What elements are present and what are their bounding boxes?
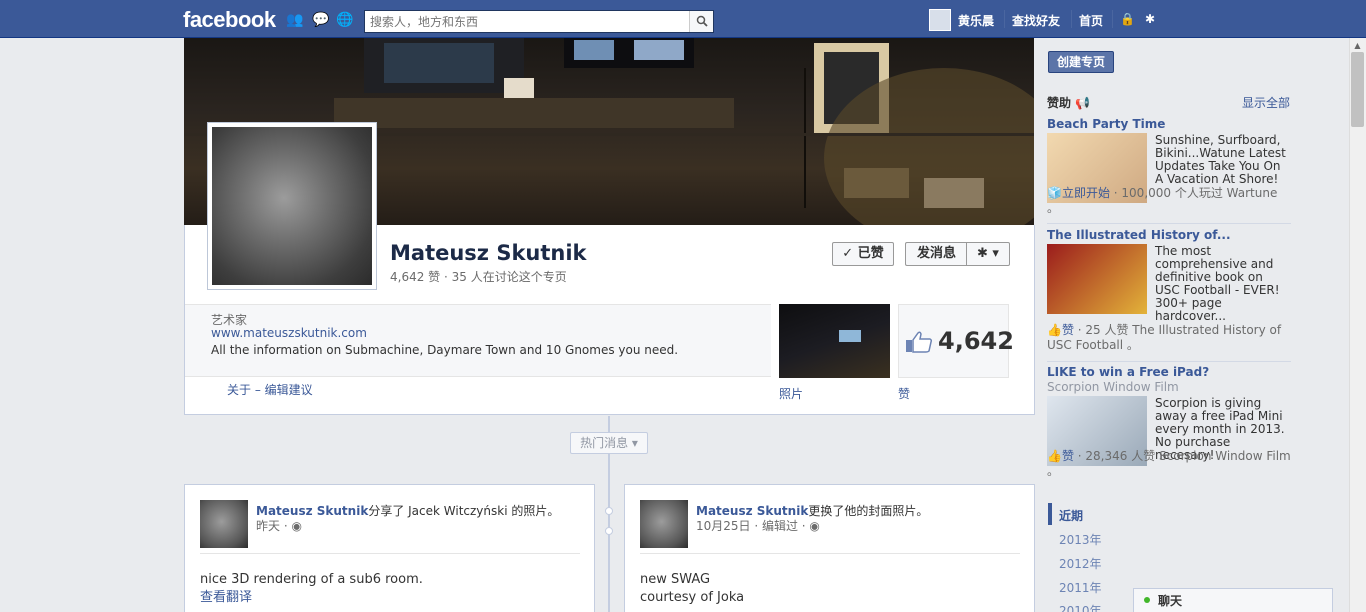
ad-title[interactable]: LIKE to win a Free iPad? xyxy=(1047,365,1209,379)
timeline-dot xyxy=(605,507,613,515)
profile-picture-image xyxy=(212,127,372,285)
about-box xyxy=(185,304,771,377)
ad-text: Sunshine, Surfboard, Bikini...Watune Lat… xyxy=(1155,133,1286,186)
post-divider xyxy=(640,553,1020,554)
online-status-icon xyxy=(1144,597,1150,603)
ad-cta-link[interactable]: 立即开始 xyxy=(1062,186,1110,200)
likes-label[interactable]: 赞 xyxy=(898,385,910,402)
send-message-button[interactable]: 发消息 xyxy=(905,242,967,266)
photo-thumb-screen xyxy=(839,330,861,342)
facebook-logo[interactable]: facebook xyxy=(183,7,276,33)
privacy-shortcuts-icon[interactable]: 🔒 xyxy=(1120,12,1135,26)
page-stats: 4,642 赞 · 35 人在讨论这个专页 xyxy=(390,270,567,284)
post-text: courtesy of Joka xyxy=(640,590,745,605)
year-nav-2013[interactable]: 2013年 xyxy=(1059,531,1102,548)
post-author-avatar[interactable] xyxy=(640,500,688,548)
ad-like-link[interactable]: 赞 xyxy=(1062,449,1074,463)
liked-button[interactable]: ✓ 已赞 xyxy=(832,242,894,266)
ad-text: The most comprehensive and definitive bo… xyxy=(1155,244,1280,323)
app-cube-icon: 🧊 xyxy=(1047,186,1062,200)
ad-subtitle: Scorpion Window Film xyxy=(1047,380,1179,394)
search-icon xyxy=(696,15,708,27)
scrollbar-thumb[interactable] xyxy=(1351,52,1364,127)
show-all-link[interactable]: 显示全部 xyxy=(1242,94,1290,111)
likes-count: 4,642 xyxy=(938,327,1014,355)
ad-footer: 👍赞 · 25 人赞 The Illustrated History of US… xyxy=(1047,323,1291,353)
ad-title[interactable]: Beach Party Time xyxy=(1047,117,1165,131)
ad-image[interactable] xyxy=(1047,244,1147,314)
timeline-dot xyxy=(605,527,613,535)
timeline-post: Mateusz Skutnik更换了他的封面照片。 10月25日 · 编辑过 ·… xyxy=(624,484,1035,612)
settings-gear-icon[interactable]: ✱ xyxy=(1145,12,1155,26)
sponsored-heading: 赞助 📢 xyxy=(1047,96,1091,110)
search-box xyxy=(364,10,714,33)
about-description: All the information on Submachine, Dayma… xyxy=(211,343,679,357)
ad-social: · 25 人赞 The Illustrated History of USC F… xyxy=(1047,323,1282,352)
nav-divider xyxy=(1112,10,1113,28)
friend-requests-icon[interactable]: 👥 xyxy=(286,13,303,27)
about-edit-links[interactable]: 关于 – 编辑建议 xyxy=(227,381,313,398)
user-avatar[interactable] xyxy=(929,9,951,31)
profile-picture[interactable] xyxy=(207,122,377,290)
create-page-button[interactable]: 创建专页 xyxy=(1048,51,1114,73)
year-nav-recent[interactable]: 近期 xyxy=(1059,507,1083,524)
scroll-up-arrow-icon[interactable]: ▲ xyxy=(1352,40,1363,51)
messages-icon[interactable]: 💬 xyxy=(312,13,329,27)
page-options-button[interactable]: ✱ ▾ xyxy=(966,242,1010,266)
thumbs-up-icon: 👍 xyxy=(1047,449,1062,463)
post-author-link[interactable]: Mateusz Skutnik xyxy=(696,504,808,518)
page-title[interactable]: Mateusz Skutnik xyxy=(390,241,587,265)
home-link[interactable]: 首页 xyxy=(1079,12,1103,29)
post-timestamp[interactable]: 10月25日 · 编辑过 · ◉ xyxy=(696,517,820,534)
thumbs-up-icon: 👍 xyxy=(1047,323,1062,337)
gear-icon: ✱ ▾ xyxy=(977,246,999,261)
timeline-nav-indicator xyxy=(1048,503,1052,525)
post-body: new SWAG courtesy of Joka xyxy=(640,571,744,607)
see-translation-link[interactable]: 查看翻译 xyxy=(200,589,423,607)
year-nav-2011[interactable]: 2011年 xyxy=(1059,579,1102,596)
post-text: new SWAG xyxy=(640,572,711,587)
post-body: nice 3D rendering of a sub6 room. 查看翻译 xyxy=(200,571,423,607)
post-action: 更换了他的封面照片。 xyxy=(808,504,929,518)
ad-like-link[interactable]: 赞 xyxy=(1062,323,1074,337)
photos-thumbnail[interactable] xyxy=(779,304,890,378)
ad-separator xyxy=(1047,223,1291,224)
post-divider xyxy=(200,553,580,554)
year-nav-2010[interactable]: 2010年 xyxy=(1059,602,1102,612)
search-input[interactable] xyxy=(365,11,687,32)
timeline-post: Mateusz Skutnik分享了 Jacek Witczyński 的照片。… xyxy=(184,484,595,612)
ad-footer: 🧊立即开始 · 100,000 个人玩过 Wartune 。 xyxy=(1047,186,1291,216)
ad-separator xyxy=(1047,361,1291,362)
ad-title[interactable]: The Illustrated History of... xyxy=(1047,228,1231,242)
search-button[interactable] xyxy=(689,11,713,32)
highlights-dropdown[interactable]: 热门消息 ▾ xyxy=(570,432,648,454)
nav-divider xyxy=(1004,10,1005,28)
year-nav-2012[interactable]: 2012年 xyxy=(1059,555,1102,572)
find-friends-link[interactable]: 查找好友 xyxy=(1012,12,1060,29)
post-text: nice 3D rendering of a sub6 room. xyxy=(200,572,423,587)
post-timestamp[interactable]: 昨天 · ◉ xyxy=(256,517,302,534)
post-author-avatar[interactable] xyxy=(200,500,248,548)
photos-label[interactable]: 照片 xyxy=(779,385,803,402)
ad-footer: 👍赞 · 28,346 人赞 Scorpion Window Film 。 xyxy=(1047,449,1291,479)
post-author-link[interactable]: Mateusz Skutnik xyxy=(256,504,368,518)
notifications-globe-icon[interactable]: 🌐 xyxy=(336,13,353,27)
chat-label[interactable]: 聊天 xyxy=(1158,592,1182,609)
ad-social: · 28,346 人赞 Scorpion Window Film 。 xyxy=(1047,449,1291,478)
post-action: 分享了 Jacek Witczyński 的照片。 xyxy=(368,504,560,518)
nav-divider xyxy=(1071,10,1072,28)
website-link[interactable]: www.mateuszskutnik.com xyxy=(211,326,367,340)
profile-link[interactable]: 黄乐晨 xyxy=(958,12,994,29)
thumbs-up-icon xyxy=(906,331,933,353)
